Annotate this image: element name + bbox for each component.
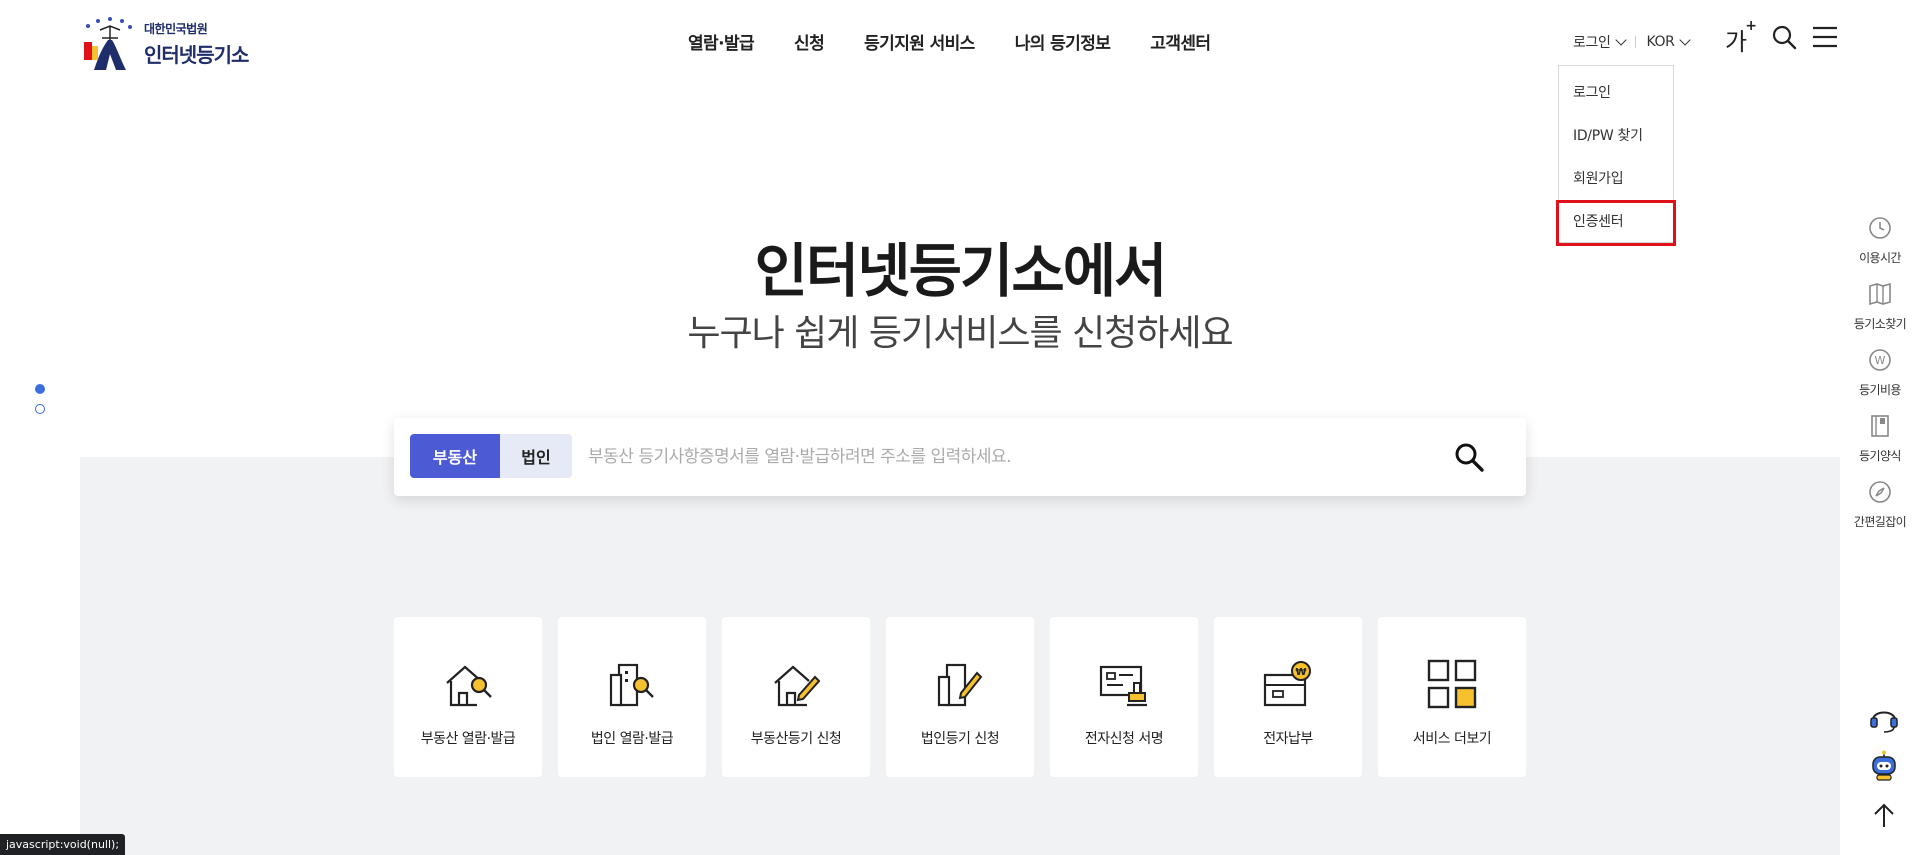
menu-login[interactable]: 로그인 <box>1573 82 1611 102</box>
service-label: 부동산등기 신청 <box>750 731 842 747</box>
address-search-input[interactable] <box>588 442 1428 472</box>
search-icon[interactable] <box>1771 24 1797 50</box>
logo-name-text: 인터넷등기소 <box>144 43 249 67</box>
quick-label: 이용시간 <box>1859 251 1901 265</box>
grid-icon <box>1427 659 1477 709</box>
main-nav: 열람·발급 신청 등기지원 서비스 나의 등기정보 고객센터 <box>688 29 1211 54</box>
language-label: KOR <box>1646 34 1675 50</box>
util-divider <box>1635 36 1637 48</box>
wallet-won-icon: ₩ <box>1263 661 1311 707</box>
slide-dot-1[interactable] <box>35 384 45 394</box>
service-label: 전자납부 <box>1263 731 1313 747</box>
tab-real-estate[interactable]: 부동산 <box>410 434 500 478</box>
service-label: 법인등기 신청 <box>920 731 1000 747</box>
building-search-icon <box>609 663 654 707</box>
service-label: 부동산 열람·발급 <box>420 731 516 747</box>
header-tools: 가 + <box>1725 18 1839 56</box>
compass-icon <box>1869 481 1891 503</box>
court-emblem-icon <box>84 17 132 70</box>
quick-label: 등기양식 <box>1859 449 1901 463</box>
svg-text:W: W <box>1875 354 1886 367</box>
service-card-corp-apply[interactable]: 법인등기 신청 <box>886 617 1034 777</box>
site-logo[interactable]: 대한민국법원 인터넷등기소 <box>80 16 249 72</box>
house-pen-icon <box>774 665 821 707</box>
form-book-icon <box>1871 415 1889 437</box>
nav-view-issue[interactable]: 열람·발급 <box>688 29 755 54</box>
chevron-down-icon <box>1615 33 1628 46</box>
nav-apply[interactable]: 신청 <box>794 29 825 54</box>
quick-find-office[interactable]: 등기소찾기 <box>1848 281 1912 332</box>
login-dropdown: 로그인 ID/PW 찾기 회원가입 인증센터 <box>1556 65 1676 246</box>
util-links: 로그인 KOR <box>1573 32 1692 52</box>
service-card-realestate-apply[interactable]: 부동산등기 신청 <box>722 617 870 777</box>
service-label: 법인 열람·발급 <box>590 731 674 747</box>
chatbot-icon[interactable] <box>1868 750 1900 782</box>
slide-dot-2[interactable] <box>35 404 45 414</box>
hamburger-menu-icon[interactable] <box>1811 24 1839 50</box>
quick-label: 간편길잡이 <box>1853 515 1907 529</box>
font-size-plus: + <box>1745 18 1757 34</box>
clock-icon <box>1869 217 1891 239</box>
document-stamp-icon <box>1099 665 1147 707</box>
scroll-top-icon[interactable] <box>1868 799 1900 831</box>
quick-label: 등기소찾기 <box>1853 317 1907 331</box>
font-size-button[interactable]: 가 + <box>1725 18 1757 56</box>
quick-guide[interactable]: 간편길잡이 <box>1848 479 1912 530</box>
menu-signup[interactable]: 회원가입 <box>1573 168 1624 188</box>
quick-forms[interactable]: 등기양식 <box>1848 413 1912 464</box>
house-search-icon <box>446 665 492 707</box>
quick-fees[interactable]: W 등기비용 <box>1848 347 1912 398</box>
chevron-down-icon <box>1679 33 1692 46</box>
svg-text:₩: ₩ <box>1295 667 1306 678</box>
login-toggle[interactable]: 로그인 <box>1573 32 1628 52</box>
tab-corporation[interactable]: 법인 <box>500 434 572 478</box>
search-submit-icon[interactable] <box>1452 440 1486 474</box>
logo-org-text: 대한민국법원 <box>144 22 208 36</box>
service-card-realestate-view[interactable]: 부동산 열람·발급 <box>394 617 542 777</box>
language-select[interactable]: KOR <box>1646 33 1692 50</box>
login-toggle-label: 로그인 <box>1573 35 1611 51</box>
nav-support-services[interactable]: 등기지원 서비스 <box>864 29 975 54</box>
nav-my-info[interactable]: 나의 등기정보 <box>1015 29 1111 54</box>
headset-icon[interactable] <box>1868 702 1900 734</box>
hero-title: 인터넷등기소에서 <box>754 237 1168 305</box>
quick-label: 등기비용 <box>1859 383 1901 397</box>
font-size-label: 가 <box>1725 28 1748 56</box>
browser-status-bar: javascript:void(null); <box>0 834 126 855</box>
menu-find-id-pw[interactable]: ID/PW 찾기 <box>1573 125 1643 145</box>
service-card-corp-view[interactable]: 법인 열람·발급 <box>558 617 706 777</box>
service-card-more[interactable]: 서비스 더보기 <box>1378 617 1526 777</box>
page: 대한민국법원 인터넷등기소 열람·발급 신청 등기지원 서비스 나의 등기정보 … <box>0 0 1920 855</box>
hero-subtitle: 누구나 쉽게 등기서비스를 신청하세요 <box>687 313 1233 354</box>
won-coin-icon: W <box>1869 349 1891 371</box>
map-icon <box>1869 282 1891 306</box>
service-card-e-sign[interactable]: 전자신청 서명 <box>1050 617 1198 777</box>
nav-customer-center[interactable]: 고객센터 <box>1150 29 1211 54</box>
building-pen-icon <box>937 663 983 707</box>
service-card-e-payment[interactable]: ₩ 전자납부 <box>1214 617 1362 777</box>
service-label: 서비스 더보기 <box>1412 731 1492 747</box>
search-panel: 부동산 법인 <box>394 418 1526 496</box>
quick-hours[interactable]: 이용시간 <box>1848 215 1912 266</box>
service-label: 전자신청 서명 <box>1084 731 1164 747</box>
